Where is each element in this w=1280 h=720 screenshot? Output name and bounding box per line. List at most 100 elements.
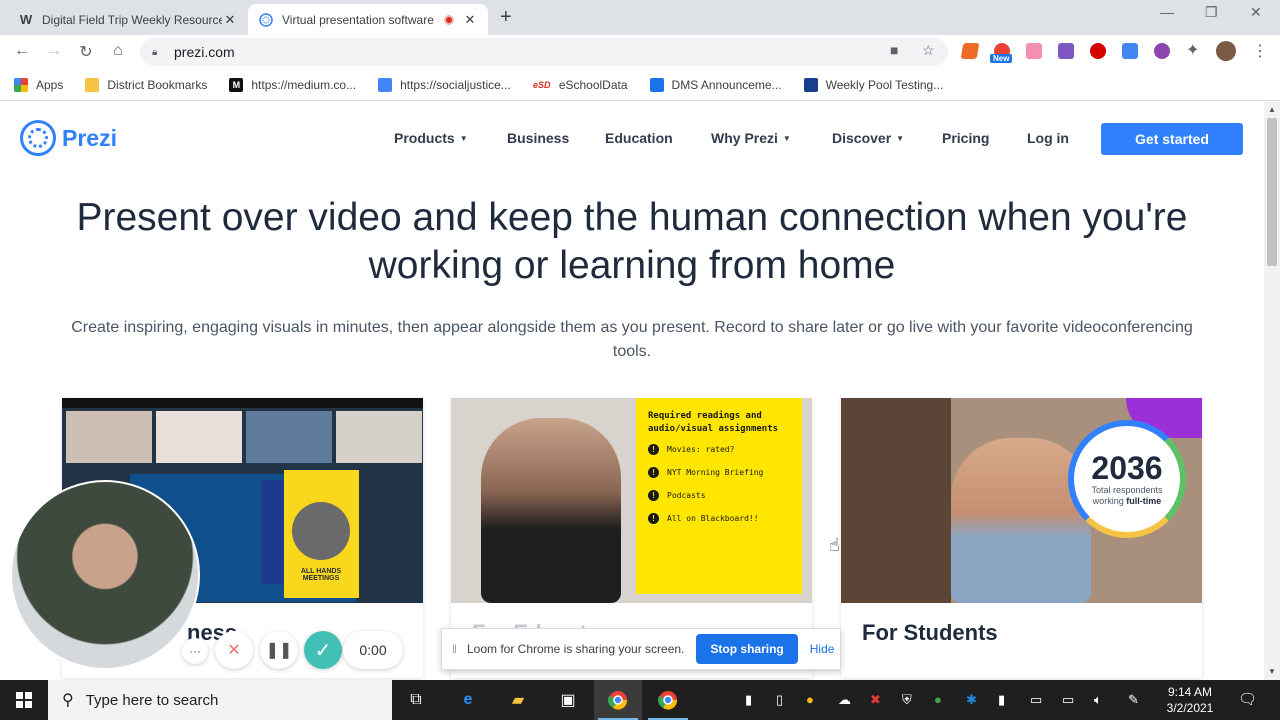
chrome-profile-taskbar-icon[interactable] [644, 680, 692, 720]
nav-why-prezi[interactable]: Why Prezi ▼ [711, 130, 791, 146]
video-tile [66, 411, 152, 463]
close-tab-icon[interactable]: ✕ [222, 12, 238, 28]
green-app-icon[interactable]: ● [934, 692, 942, 707]
extension-purple-icon[interactable] [1058, 43, 1074, 59]
nav-products[interactable]: Products ▼ [394, 130, 468, 146]
bookmark-star-icon[interactable]: ☆ [922, 42, 935, 59]
new-tab-button[interactable]: + [500, 6, 512, 29]
extension-pink-icon[interactable] [1026, 43, 1042, 59]
system-clock[interactable]: 9:14 AM 3/2/2021 [1150, 684, 1230, 716]
slide-strip [262, 480, 284, 584]
search-icon: ⚲ [62, 692, 74, 709]
scroll-up-icon[interactable]: ▲ [1268, 105, 1276, 114]
bookmark-dms[interactable]: DMS Announceme... [649, 77, 782, 92]
chrome-taskbar-icon[interactable] [594, 680, 642, 720]
video-tile [336, 411, 422, 463]
lock-icon: 🔒︎ [152, 47, 158, 58]
finish-recording-button[interactable]: ✓ [304, 631, 342, 669]
bookmark-label: eSchoolData [558, 77, 628, 92]
edge-icon[interactable]: e [444, 680, 492, 720]
nav-business[interactable]: Business [507, 130, 569, 146]
hide-link[interactable]: Hide [810, 642, 835, 656]
cloud-icon[interactable]: ☁ [838, 692, 851, 708]
slide-title: Required readings and audio/visual assig… [648, 411, 779, 434]
battery-icon[interactable]: ▭ [1030, 692, 1042, 708]
usb-icon[interactable]: ▮ [998, 692, 1005, 708]
bookmark-pool-testing[interactable]: Weekly Pool Testing... [803, 77, 944, 92]
extension-star-icon[interactable] [1154, 43, 1170, 59]
card-students[interactable]: 2036 Total respondents working full-time… [841, 398, 1202, 678]
loom-camera-bubble[interactable] [10, 480, 200, 670]
bookmark-district[interactable]: District Bookmarks [85, 77, 207, 92]
home-icon[interactable]: ⌂ [108, 42, 128, 60]
drag-handle-icon[interactable]: ‖ [452, 642, 457, 656]
camera-icon[interactable]: ■ [890, 42, 898, 58]
chrome-tray-icon[interactable]: ● [806, 692, 814, 707]
taskbar-search-input[interactable]: ⚲ Type here to search [48, 680, 392, 720]
extension-red-icon[interactable] [1090, 43, 1106, 59]
folder-icon [85, 77, 100, 92]
restore-icon[interactable]: ❐ [1205, 4, 1218, 21]
tab-prezi[interactable]: Virtual presentation software ✕ [248, 4, 488, 35]
pen-icon[interactable]: ✎ [1128, 692, 1139, 708]
cancel-recording-button[interactable]: ✕ [215, 631, 253, 669]
pool-icon [803, 77, 818, 92]
device-icon[interactable]: ▯ [776, 692, 783, 708]
bookmark-medium[interactable]: M https://medium.co... [229, 77, 356, 92]
search-placeholder: Type here to search [85, 691, 219, 709]
nav-discover[interactable]: Discover ▼ [832, 130, 904, 146]
reload-icon[interactable]: ↻ [76, 42, 96, 62]
minimize-icon[interactable]: — [1160, 4, 1174, 20]
network-icon[interactable]: ▭ [1062, 692, 1074, 708]
close-tab-icon[interactable]: ✕ [462, 12, 478, 28]
bookmark-apps[interactable]: Apps [14, 77, 63, 92]
page-scrollbar[interactable]: ▲ ▼ [1264, 102, 1280, 680]
microphone-icon[interactable]: ▮ [745, 692, 752, 708]
scroll-thumb[interactable] [1267, 118, 1277, 266]
window-close-icon[interactable]: ✕ [1250, 4, 1262, 21]
bluetooth-icon[interactable]: ✱ [966, 692, 977, 708]
prezi-favicon-icon [258, 12, 274, 28]
tab-title: Virtual presentation software [282, 12, 434, 27]
list-item: ! NYT Morning Briefing [648, 467, 790, 478]
forward-icon[interactable]: → [44, 42, 64, 60]
chevron-down-icon: ▼ [459, 134, 468, 143]
windows-start-icon[interactable] [0, 680, 48, 720]
file-explorer-icon[interactable]: ▰ [494, 680, 542, 720]
assignment-slide: Required readings and audio/visual assig… [636, 398, 802, 594]
notification-icon[interactable]: 🗨︎ [1238, 690, 1257, 708]
stat-caption: Total respondents working full-time [1091, 485, 1163, 506]
scroll-down-icon[interactable]: ▼ [1268, 667, 1276, 676]
bookmark-eschooldata[interactable]: eSD eSchoolData [533, 77, 628, 92]
back-icon[interactable]: ← [12, 42, 32, 60]
extension-orange-icon[interactable] [960, 43, 980, 59]
browser-tab-strip: W Digital Field Trip Weekly Resource ✕ V… [0, 0, 1280, 35]
store-icon[interactable]: ▣ [544, 680, 592, 720]
bookmark-label: DMS Announceme... [671, 77, 782, 92]
prezi-logo[interactable]: Prezi [20, 120, 117, 156]
nav-pricing[interactable]: Pricing [942, 130, 989, 146]
nav-education[interactable]: Education [605, 130, 673, 146]
nav-login[interactable]: Log in [1027, 130, 1069, 146]
stat-number: 2036 [1091, 450, 1163, 486]
alert-icon: ! [648, 444, 659, 455]
bookmark-socialjustice[interactable]: https://socialjustice... [378, 77, 511, 92]
stop-sharing-button[interactable]: Stop sharing [696, 634, 798, 664]
more-options-button[interactable]: ··· [182, 638, 208, 664]
translate-icon[interactable] [1122, 43, 1138, 59]
address-bar[interactable]: 🔒︎ prezi.com [140, 38, 948, 66]
pause-button[interactable]: ❚❚ [260, 631, 298, 669]
volume-icon[interactable]: 🔈︎ [1094, 692, 1102, 708]
bookmark-label: Weekly Pool Testing... [825, 77, 944, 92]
task-view-icon[interactable]: ⧉ [392, 680, 440, 720]
get-started-button[interactable]: Get started [1101, 123, 1243, 155]
profile-avatar[interactable] [1216, 41, 1236, 61]
shield-icon[interactable]: ⛨ [902, 692, 912, 708]
extensions-puzzle-icon[interactable]: ✦ [1186, 40, 1199, 60]
photo-collage [292, 502, 350, 560]
close-tray-icon[interactable]: ✖ [870, 692, 881, 708]
chrome-menu-icon[interactable]: ⋮ [1252, 41, 1268, 61]
wordpress-icon: W [19, 12, 33, 27]
tab-digital-field-trip[interactable]: W Digital Field Trip Weekly Resource ✕ [8, 4, 248, 35]
clock-date: 3/2/2021 [1166, 701, 1214, 715]
